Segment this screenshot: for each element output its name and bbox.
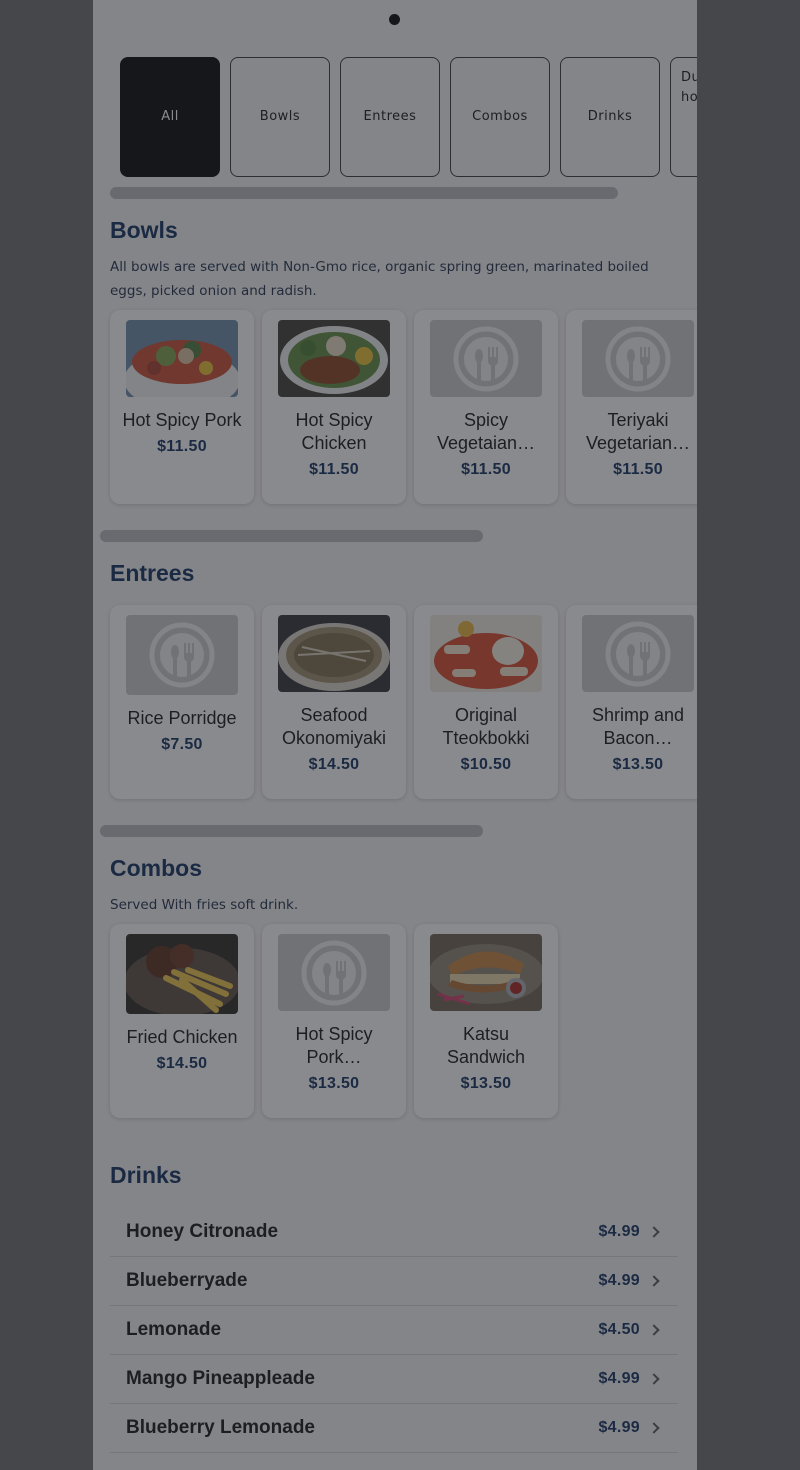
- menu-item-name: Original Tteokbokki: [442, 705, 530, 748]
- drink-name: Blueberryade: [126, 1270, 248, 1291]
- menu-item-card[interactable]: Hot Spicy Chicken $11.50: [262, 310, 406, 504]
- drink-price: $4.99: [598, 1370, 640, 1387]
- placeholder-image: [582, 320, 694, 397]
- menu-item-card[interactable]: Teriyaki Vegetarian… $11.50: [566, 310, 697, 504]
- drink-row[interactable]: Blueberryade $4.99: [110, 1257, 678, 1306]
- entrees-card-row: Rice Porridge $7.50 Seafood Okonomiyaki $14…: [110, 605, 697, 799]
- menu-item-name: Shrimp and Bacon…: [591, 705, 685, 748]
- utensils-placeholder-icon: [149, 622, 215, 688]
- drink-name: Mango Pineappleade: [126, 1368, 315, 1389]
- tab-bowls[interactable]: Bowls: [230, 57, 330, 177]
- chevron-right-icon: [648, 1275, 660, 1287]
- menu-item-card[interactable]: Spicy Vegetaian… $11.50: [414, 310, 558, 504]
- menu-item-card[interactable]: Rice Porridge $7.50: [110, 605, 254, 799]
- drink-name: Honey Citronade: [126, 1221, 279, 1242]
- food-photo: [430, 934, 542, 1011]
- menu-item-card[interactable]: Fried Chicken $14.50: [110, 924, 254, 1118]
- menu-item-price: $10.50: [460, 756, 512, 773]
- menu-item-card[interactable]: Katsu Sandwich $13.50: [414, 924, 558, 1118]
- menu-item-price: $14.50: [308, 756, 360, 773]
- menu-item-card[interactable]: Hot Spicy Pork… $13.50: [262, 924, 406, 1118]
- utensils-placeholder-icon: [301, 940, 367, 1005]
- chevron-right-icon: [648, 1226, 660, 1238]
- drink-name: Blueberry Lemonade: [126, 1417, 315, 1438]
- food-photo: [278, 320, 390, 397]
- drinks-list: Honey Citronade $4.99 Blueberryade $4.99 Lem…: [110, 1208, 678, 1453]
- menu-item-price: $11.50: [461, 461, 511, 478]
- combos-card-row: Fried Chicken $14.50 Hot Spicy Pork… $13.50…: [110, 924, 558, 1118]
- chevron-right-icon: [648, 1422, 660, 1434]
- menu-item-price: $14.50: [156, 1055, 208, 1072]
- drink-row[interactable]: Blueberry Lemonade $4.99: [110, 1404, 678, 1453]
- utensils-placeholder-icon: [453, 326, 519, 391]
- placeholder-image: [126, 615, 238, 695]
- section-title-drinks: Drinks: [110, 1162, 182, 1188]
- drink-row[interactable]: Lemonade $4.50: [110, 1306, 678, 1355]
- menu-item-name: Hot Spicy Chicken: [295, 410, 373, 453]
- menu-item-name: Rice Porridge: [127, 708, 237, 728]
- menu-item-price: $7.50: [161, 736, 203, 753]
- utensils-placeholder-icon: [605, 621, 671, 686]
- drink-price: $4.99: [598, 1272, 640, 1289]
- menu-item-name: Fried Chicken: [126, 1027, 238, 1047]
- tab-combos[interactable]: Combos: [450, 57, 550, 177]
- category-tabs: All Bowls Entrees Combos Drinks Du ho: [120, 57, 697, 177]
- menu-page: All Bowls Entrees Combos Drinks Du ho Bo…: [93, 0, 697, 1470]
- drink-price: $4.99: [598, 1419, 640, 1436]
- drink-row[interactable]: Honey Citronade $4.99: [110, 1208, 678, 1257]
- tab-entrees[interactable]: Entrees: [340, 57, 440, 177]
- drink-price: $4.99: [598, 1223, 640, 1240]
- page-indicator-dot: [389, 14, 400, 25]
- menu-item-name: Hot Spicy Pork…: [295, 1024, 373, 1067]
- placeholder-image: [582, 615, 694, 692]
- tab-all[interactable]: All: [120, 57, 220, 177]
- section-description-combos: Served With fries soft drink.: [110, 897, 299, 913]
- category-scrollbar[interactable]: [110, 187, 618, 199]
- menu-item-name: Teriyaki Vegetarian…: [585, 410, 691, 453]
- utensils-placeholder-icon: [605, 326, 671, 391]
- menu-item-price: $11.50: [613, 461, 663, 478]
- menu-item-price: $13.50: [308, 1075, 360, 1092]
- section-title-bowls: Bowls: [110, 217, 178, 243]
- menu-item-price: $11.50: [309, 461, 359, 478]
- chevron-right-icon: [648, 1373, 660, 1385]
- menu-item-card[interactable]: Original Tteokbokki $10.50: [414, 605, 558, 799]
- food-photo: [126, 934, 238, 1014]
- menu-item-name: Spicy Vegetaian…: [436, 410, 536, 453]
- food-photo: [126, 320, 238, 397]
- section-description-bowls: All bowls are served with Non-Gmo rice, …: [110, 259, 649, 299]
- tab-partial[interactable]: Du ho: [670, 57, 697, 177]
- food-photo: [430, 615, 542, 692]
- placeholder-image: [430, 320, 542, 397]
- tab-drinks[interactable]: Drinks: [560, 57, 660, 177]
- bowls-card-row: Hot Spicy Pork $11.50 Hot Spicy Chicken $11…: [110, 310, 697, 504]
- bowls-scrollbar[interactable]: [100, 530, 483, 542]
- menu-item-price: $13.50: [612, 756, 664, 773]
- menu-item-price: $11.50: [157, 438, 207, 455]
- drink-row[interactable]: Mango Pineappleade $4.99: [110, 1355, 678, 1404]
- section-title-entrees: Entrees: [110, 560, 195, 586]
- menu-item-price: $13.50: [460, 1075, 512, 1092]
- drink-name: Lemonade: [126, 1319, 222, 1340]
- menu-item-name: Katsu Sandwich: [446, 1024, 526, 1067]
- menu-item-card[interactable]: Seafood Okonomiyaki $14.50: [262, 605, 406, 799]
- placeholder-image: [278, 934, 390, 1011]
- drink-price: $4.50: [598, 1321, 640, 1338]
- menu-item-card[interactable]: Shrimp and Bacon… $13.50: [566, 605, 697, 799]
- section-title-combos: Combos: [110, 855, 202, 881]
- menu-item-name: Seafood Okonomiyaki: [281, 705, 387, 748]
- menu-item-name: Hot Spicy Pork: [122, 410, 242, 430]
- menu-item-card[interactable]: Hot Spicy Pork $11.50: [110, 310, 254, 504]
- food-photo: [278, 615, 390, 692]
- chevron-right-icon: [648, 1324, 660, 1336]
- entrees-scrollbar[interactable]: [100, 825, 483, 837]
